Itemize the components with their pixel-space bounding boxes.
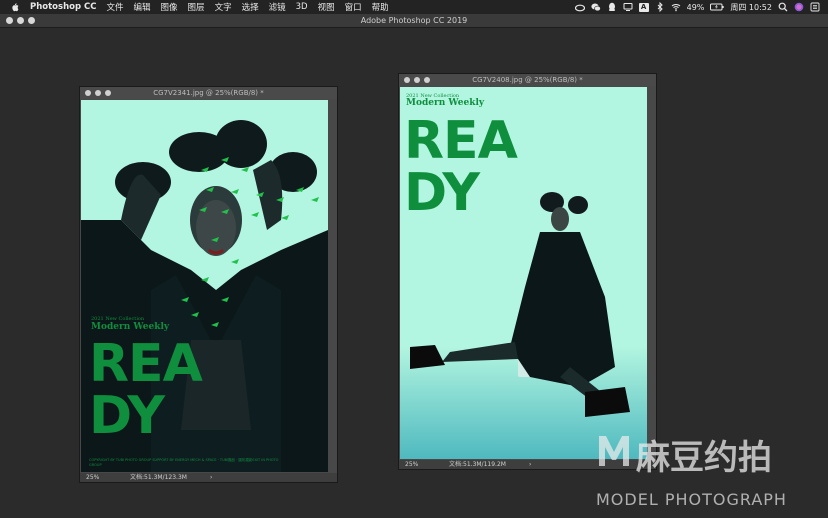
poster-2-brand: Modern Weekly: [406, 98, 485, 108]
siri-icon[interactable]: [794, 2, 804, 12]
wechat-icon[interactable]: [591, 2, 601, 12]
battery-icon[interactable]: [710, 2, 725, 12]
qq-icon[interactable]: [607, 2, 617, 12]
zoom-window-button[interactable]: [28, 17, 35, 24]
menu-layer[interactable]: 图层: [188, 1, 205, 13]
doc-2-file-size: 文档:51.3M/119.2M: [449, 461, 506, 468]
document-1-title: CG7V2341.jpg @ 25%(RGB/8) *: [153, 89, 264, 97]
list-icon[interactable]: [810, 2, 820, 12]
monitor-icon[interactable]: [623, 2, 633, 12]
doc-2-zoom-level[interactable]: 25%: [405, 460, 418, 469]
poster-2-headline-line-1: REA: [404, 111, 518, 171]
app-title-bar: Adobe Photoshop CC 2019: [0, 14, 828, 28]
poster-2-headline-line-2: DY: [404, 163, 480, 223]
document-1-image[interactable]: 2021 New Collection Modern Weekly REA DY…: [81, 100, 328, 472]
menu-filter[interactable]: 滤镜: [269, 1, 286, 13]
document-1-status-bar: 25% 文档:51.3M/123.3M ›: [80, 473, 337, 482]
creative-cloud-icon[interactable]: [574, 2, 585, 12]
document-2-title-bar[interactable]: CG7V2408.jpg @ 25%(RGB/8) *: [399, 74, 656, 86]
apple-icon[interactable]: [10, 2, 20, 12]
document-2-image[interactable]: 2021 New Collection Modern Weekly REA DY: [400, 87, 647, 459]
menu-type[interactable]: 文字: [215, 1, 232, 13]
menu-bar: Photoshop CC 文件 编辑 图像 图层 文字 选择 滤镜 3D 视图 …: [0, 0, 828, 14]
menu-help[interactable]: 帮助: [372, 1, 389, 13]
menu-image[interactable]: 图像: [161, 1, 178, 13]
document-2-title: CG7V2408.jpg @ 25%(RGB/8) *: [472, 76, 583, 84]
document-window-1[interactable]: CG7V2341.jpg @ 25%(RGB/8) * 2021 New Col…: [79, 86, 338, 483]
poster-1-fine-print: COPYRIGHT BY TUBI PHOTO GROUP SUPPORT BY…: [89, 458, 279, 467]
doc-1-status-menu-arrow[interactable]: ›: [210, 473, 212, 482]
menu-3d[interactable]: 3D: [296, 2, 308, 12]
poster-1-headline-line-1: REA: [89, 334, 203, 394]
menu-view[interactable]: 视图: [318, 1, 335, 13]
watermark-logo-icon: [599, 436, 629, 466]
app-window-title: Adobe Photoshop CC 2019: [360, 16, 468, 25]
document-1-title-bar[interactable]: CG7V2341.jpg @ 25%(RGB/8) *: [80, 87, 337, 99]
input-method-indicator[interactable]: A: [638, 2, 649, 12]
minimize-window-button[interactable]: [17, 17, 24, 24]
poster-1-headline-line-2: DY: [89, 386, 165, 446]
close-window-button[interactable]: [6, 17, 13, 24]
wifi-icon[interactable]: [671, 2, 681, 12]
doc-2-status-menu-arrow[interactable]: ›: [529, 460, 531, 469]
menu-file[interactable]: 文件: [107, 1, 124, 13]
status-menu-area: A 49% 周四 10:52: [574, 0, 820, 14]
search-icon[interactable]: [778, 2, 788, 12]
app-menu-photoshop[interactable]: Photoshop CC: [30, 2, 97, 12]
poster-1-brand: Modern Weekly: [91, 322, 170, 332]
watermark-brand-en: MODEL PHOTOGRAPH: [596, 490, 787, 509]
menu-clock[interactable]: 周四 10:52: [730, 2, 772, 13]
doc-1-zoom-level[interactable]: 25%: [86, 473, 99, 482]
doc-1-file-size: 文档:51.3M/123.3M: [130, 474, 187, 481]
battery-percent: 49%: [686, 2, 705, 12]
watermark-brand-cn: 麻豆约拍: [636, 438, 772, 478]
menu-select[interactable]: 选择: [242, 1, 259, 13]
document-window-2[interactable]: CG7V2408.jpg @ 25%(RGB/8) * 2021 New Col…: [398, 73, 657, 470]
bluetooth-icon[interactable]: [655, 2, 665, 12]
menu-window[interactable]: 窗口: [345, 1, 362, 13]
menu-edit[interactable]: 编辑: [134, 1, 151, 13]
